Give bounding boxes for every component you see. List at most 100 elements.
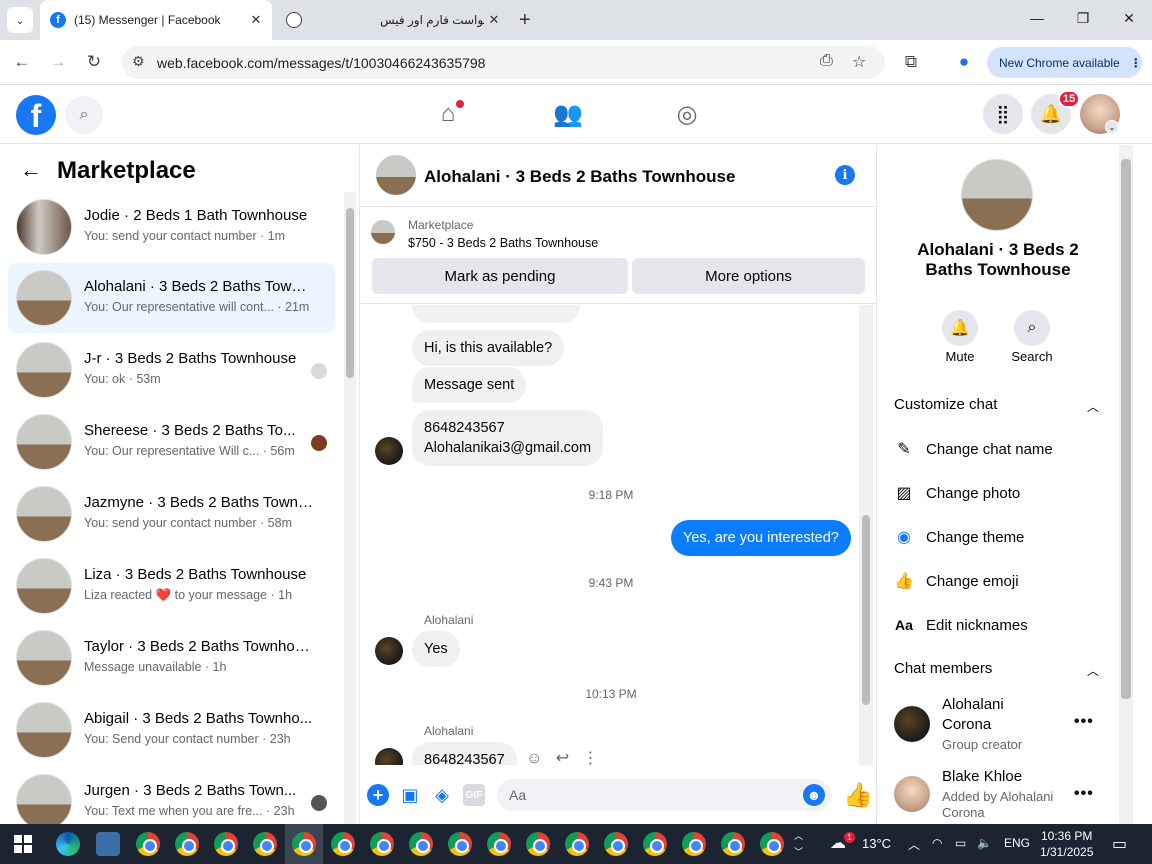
mute-bell-icon[interactable]: 🔔 (942, 310, 978, 346)
chrome-icon[interactable] (448, 832, 472, 856)
wifi-icon[interactable]: ◠ (932, 836, 942, 850)
conversation-title[interactable]: Alohalani · 3 Beds 2 Baths Townhouse (424, 167, 735, 187)
message-list-scrollbar[interactable] (859, 305, 873, 765)
maximize-icon[interactable]: ❐ (1073, 10, 1093, 27)
search-icon[interactable]: ⌕ (1014, 310, 1050, 346)
more-options-button[interactable]: More options (632, 258, 865, 294)
scrollbar-thumb[interactable] (1121, 159, 1131, 699)
app-tool-icon[interactable] (96, 832, 120, 856)
chrome-icon[interactable] (721, 832, 745, 856)
sender-avatar[interactable] (375, 637, 403, 665)
sticker-icon[interactable]: ◈ (431, 784, 453, 806)
extensions-icon[interactable]: ⧉ (900, 52, 922, 72)
facebook-logo-icon[interactable]: f (16, 95, 56, 135)
reload-icon[interactable]: ↻ (83, 52, 105, 72)
chrome-icon[interactable] (487, 832, 511, 856)
react-emoji-icon[interactable]: ☺ (526, 750, 542, 765)
conversation-item-selected[interactable]: Alohalani · 3 Beds 2 Baths Townhouse You… (8, 263, 335, 333)
member-more-icon[interactable]: ••• (1074, 785, 1094, 803)
reply-icon[interactable]: ↩ (556, 750, 569, 765)
site-info-icon[interactable]: ⚙ (132, 53, 145, 70)
conversation-item[interactable]: Abigail · 3 Beds 2 Baths Townho... You: … (8, 695, 335, 765)
temperature-text[interactable]: 13°C (862, 836, 891, 851)
back-arrow-icon[interactable]: ← (20, 157, 42, 183)
chrome-icon[interactable] (682, 832, 706, 856)
windows-start-icon[interactable] (14, 835, 32, 853)
menu-grid-icon[interactable]: ⣿ (983, 94, 1023, 134)
scrollbar-thumb[interactable] (346, 208, 354, 378)
scrollbar-thumb[interactable] (862, 515, 870, 705)
member-avatar[interactable] (894, 776, 930, 812)
profile-icon[interactable]: ● (953, 52, 975, 72)
conversation-item[interactable]: Jurgen · 3 Beds 2 Baths Town... You: Tex… (8, 767, 335, 824)
notification-center-icon[interactable]: ▭ (1112, 834, 1127, 854)
customize-chat-section[interactable]: Customize chat (894, 396, 997, 413)
chrome-icon[interactable] (643, 832, 667, 856)
chrome-icon[interactable] (409, 832, 433, 856)
back-icon[interactable]: ← (11, 52, 33, 72)
member-avatar[interactable] (894, 706, 930, 742)
plus-icon[interactable]: + (367, 784, 389, 806)
more-vertical-icon[interactable]: ⋮ (582, 750, 598, 765)
sender-avatar[interactable] (375, 748, 403, 765)
new-tab-icon[interactable]: + (519, 9, 531, 32)
close-window-icon[interactable]: ✕ (1119, 10, 1139, 27)
chrome-icon[interactable] (604, 832, 628, 856)
tab-search-icon[interactable]: ⌄ (7, 7, 33, 33)
chat-members-section[interactable]: Chat members (894, 660, 992, 677)
change-chat-name-item[interactable]: ✎ Change chat name (894, 439, 1052, 459)
listing-title[interactable]: $750 - 3 Beds 2 Baths Townhouse (408, 236, 598, 250)
message-bubble-contact[interactable]: 8648243567 Alohalanikai3@gmail.com (412, 410, 604, 466)
minimize-icon[interactable]: — (1027, 10, 1047, 26)
groups-icon[interactable]: ◎ (672, 100, 702, 129)
chrome-icon[interactable] (175, 832, 199, 856)
chat-list-scrollbar[interactable] (344, 192, 356, 824)
taskbar-scroll-arrows[interactable]: ︿ ﹀ (794, 828, 803, 860)
conversation-avatar-large[interactable] (961, 159, 1033, 231)
gif-icon[interactable]: GIF (463, 784, 485, 806)
chrome-icon[interactable] (292, 832, 316, 856)
emoji-icon[interactable]: ☻ (803, 784, 825, 806)
conversation-item[interactable]: Taylor · 3 Beds 2 Baths Townhou... Messa… (8, 623, 335, 693)
friends-icon[interactable]: 👥 (553, 100, 583, 129)
install-app-icon[interactable]: ⎙ (820, 52, 833, 70)
message-bubble[interactable]: Message sent (412, 367, 527, 403)
change-emoji-item[interactable]: 👍 Change emoji (894, 571, 1019, 591)
language-indicator[interactable]: ENG (1004, 836, 1030, 850)
conversation-item[interactable]: J-r · 3 Beds 2 Baths Townhouse You: ok ·… (8, 335, 335, 405)
browser-tab-messenger[interactable]: f (15) Messenger | Facebook ✕ (40, 0, 272, 40)
sender-avatar[interactable] (375, 437, 403, 465)
chrome-icon[interactable] (136, 832, 160, 856)
message-bubble[interactable]: Yes (412, 631, 460, 667)
member-name[interactable]: Alohalani Corona (942, 695, 1042, 735)
edit-nicknames-item[interactable]: Aa Edit nicknames (894, 615, 1028, 635)
chrome-icon[interactable] (331, 832, 355, 856)
new-chrome-button[interactable]: New Chrome available ⋮ (987, 47, 1142, 78)
chevron-up-icon[interactable]: ︿ (1087, 662, 1099, 679)
bookmark-star-icon[interactable]: ☆ (852, 52, 866, 72)
info-icon[interactable]: i (835, 165, 855, 185)
listing-thumbnail[interactable] (371, 220, 395, 244)
battery-icon[interactable]: ▭ (955, 836, 966, 850)
conversation-item[interactable]: Shereese · 3 Beds 2 Baths To... You: Our… (8, 407, 335, 477)
change-photo-item[interactable]: ▨ Change photo (894, 483, 1020, 503)
conversation-item[interactable]: Jazmyne · 3 Beds 2 Baths Townh... You: s… (8, 479, 335, 549)
mark-as-pending-button[interactable]: Mark as pending (372, 258, 628, 294)
close-tab-icon[interactable]: ✕ (246, 12, 266, 28)
thumbs-up-icon[interactable]: 👍 (843, 781, 873, 810)
message-bubble[interactable]: Hi, is this available? (412, 330, 565, 366)
chevron-down-icon[interactable]: ⌄ (1105, 120, 1119, 134)
member-more-icon[interactable]: ••• (1074, 713, 1094, 731)
chrome-icon[interactable] (214, 832, 238, 856)
chrome-icon[interactable] (565, 832, 589, 856)
conversation-avatar[interactable] (376, 155, 416, 195)
browser-tab-form[interactable]: درخواست فارم اور فیس ✕ (278, 0, 510, 40)
volume-icon[interactable]: 🔈 (977, 836, 992, 850)
forward-icon[interactable]: → (47, 52, 69, 72)
chrome-icon[interactable] (253, 832, 277, 856)
message-bubble[interactable]: 8648243567 (412, 742, 517, 765)
close-tab-icon[interactable]: ✕ (484, 12, 504, 28)
member-name[interactable]: Blake Khloe (942, 767, 1022, 787)
chevron-up-icon[interactable]: ︿ (1087, 398, 1099, 415)
chevron-up-icon[interactable]: ︿ (908, 836, 920, 853)
